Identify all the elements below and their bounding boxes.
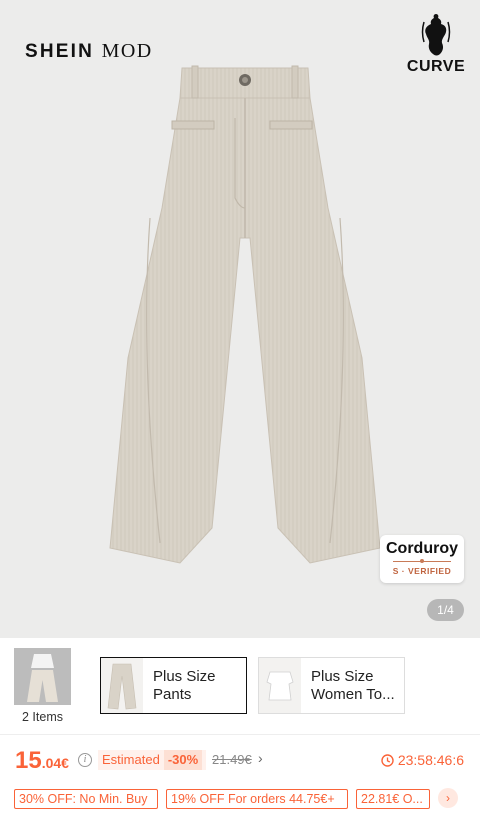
- pants-thumbnail-icon: [101, 658, 143, 713]
- coupon-row: 30% OFF: No Min. Buy 19% OFF For orders …: [0, 785, 480, 815]
- original-price: 21.49€: [212, 752, 252, 767]
- variant-strip: 2 Items Plus Size Pants Plus Size Women …: [0, 638, 480, 735]
- set-items-button[interactable]: 2 Items: [14, 648, 71, 724]
- variant-plus-size-women-top[interactable]: Plus Size Women To...: [258, 657, 405, 714]
- badge-subtitle: S · VERIFIED: [392, 566, 452, 576]
- timer-text: 23:58:46:6: [397, 752, 464, 768]
- info-icon[interactable]: i: [78, 753, 92, 767]
- corduroy-pants-image: [109, 65, 381, 564]
- price-row: 15.04€ i Estimated -30% 21.49€ › 23:58:4…: [0, 735, 480, 785]
- badge-divider: [393, 559, 451, 563]
- sale-price: 15.04€: [15, 747, 69, 774]
- badge-title: Corduroy: [386, 540, 458, 557]
- image-pager: 1/4: [427, 599, 464, 621]
- variant-label: Plus Size Women To...: [311, 667, 395, 703]
- corduroy-verified-badge[interactable]: Corduroy S · VERIFIED: [380, 535, 464, 583]
- estimated-discount-tag[interactable]: Estimated -30%: [98, 750, 207, 770]
- clock-icon: [381, 753, 394, 767]
- chevron-right-icon[interactable]: ›: [258, 750, 263, 766]
- curve-logo: CURVE: [404, 12, 468, 92]
- product-image-gallery[interactable]: SHEIN MOD CURVE Corduroy S · VERIFIED 1/…: [0, 0, 480, 638]
- set-thumbnail: [14, 648, 71, 705]
- chevron-right-icon[interactable]: ›: [438, 788, 458, 808]
- countdown-timer: 23:58:46:6: [381, 752, 464, 768]
- coupon-tag[interactable]: 22.81€ O...: [356, 789, 430, 809]
- coupon-tag[interactable]: 30% OFF: No Min. Buy: [14, 789, 158, 809]
- estimated-label: Estimated: [102, 752, 160, 767]
- variant-label: Plus Size Pants: [153, 667, 216, 703]
- variant-thumbnail: [101, 658, 143, 713]
- curve-silhouette-icon: [421, 14, 451, 56]
- outfit-thumbnail-icon: [14, 648, 71, 705]
- top-thumbnail-icon: [259, 658, 301, 713]
- coupon-tag[interactable]: 19% OFF For orders 44.75€+: [166, 789, 348, 809]
- set-items-label: 2 Items: [22, 710, 63, 724]
- variant-plus-size-pants[interactable]: Plus Size Pants: [100, 657, 247, 714]
- discount-percent: -30%: [163, 750, 203, 770]
- curve-label: CURVE: [406, 58, 466, 75]
- variant-thumbnail: [259, 658, 301, 713]
